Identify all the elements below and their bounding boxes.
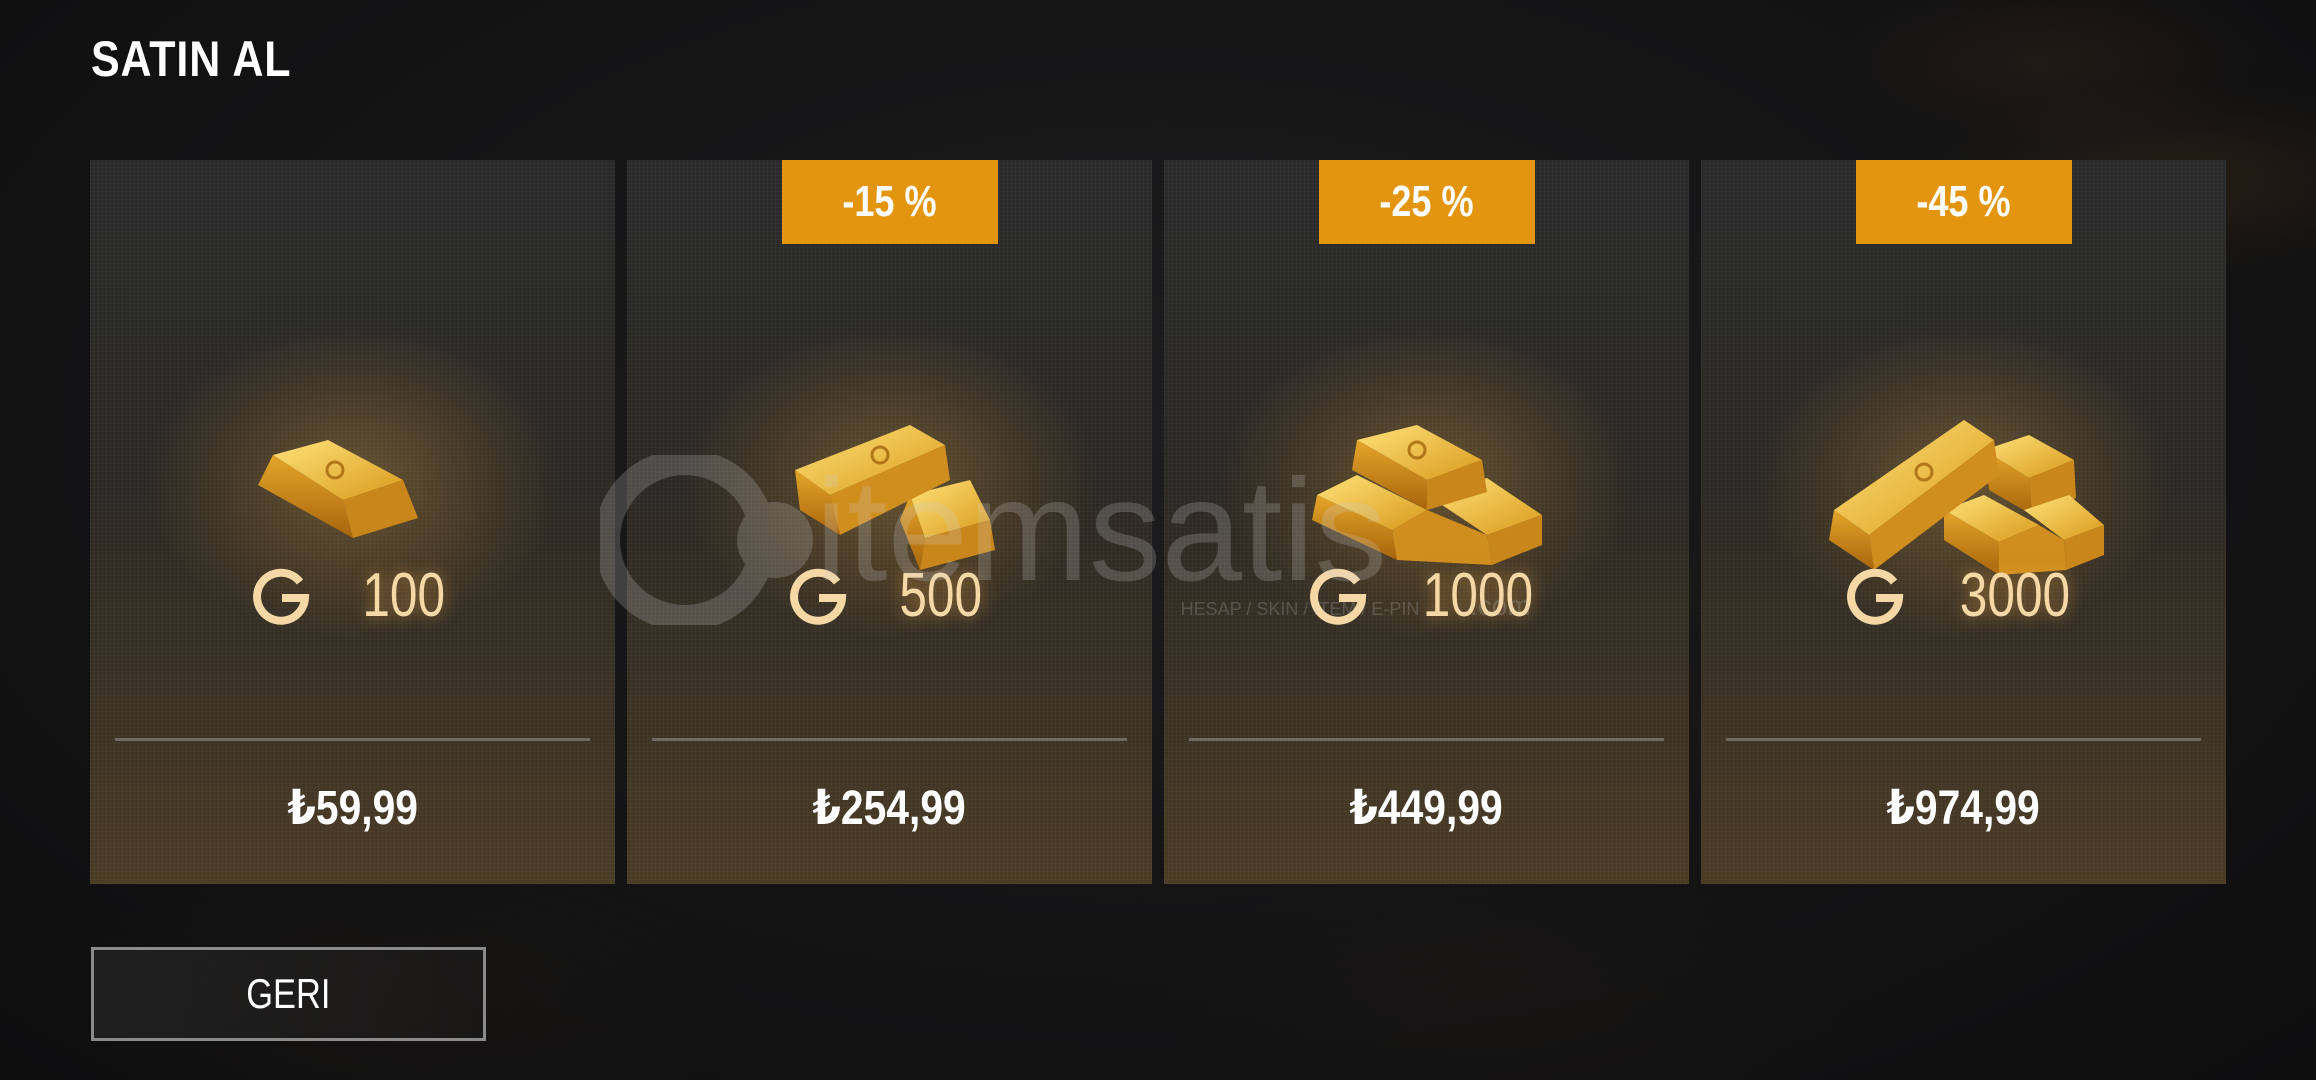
- gold-pack-list: 100 ₺59,99 -15 % 500 ₺254,99 -25 % 1000 …: [90, 160, 2226, 884]
- gold-g-icon: [252, 568, 309, 625]
- gold-bar-icon: [257, 440, 418, 538]
- gold-g-icon: [1309, 568, 1366, 625]
- gold-g-icon: [789, 568, 846, 625]
- gold-amount: 500: [899, 560, 982, 630]
- divider: [1189, 738, 1664, 741]
- back-button[interactable]: GERI: [91, 947, 486, 1041]
- price-label: ₺254,99: [812, 782, 967, 835]
- discount-badge: -25 %: [1318, 160, 1535, 244]
- gold-amount: 1000: [1422, 560, 1533, 630]
- page-title: SATIN AL: [91, 31, 292, 87]
- price-label: ₺59,99: [287, 782, 418, 835]
- gold-pack-card-500[interactable]: -15 % 500 ₺254,99: [627, 160, 1152, 884]
- gold-amount: 3000: [1959, 560, 2070, 630]
- gold-pack-card-100[interactable]: 100 ₺59,99: [90, 160, 615, 884]
- gold-amount-row: 100: [90, 560, 615, 630]
- gold-g-icon: [1846, 568, 1903, 625]
- divider: [652, 738, 1127, 741]
- discount-badge: -45 %: [1855, 160, 2072, 244]
- discount-badge: -15 %: [781, 160, 998, 244]
- gold-pack-card-1000[interactable]: -25 % 1000 ₺449,99: [1164, 160, 1689, 884]
- gold-amount-row: 1000: [1164, 560, 1689, 630]
- gold-amount-row: 3000: [1701, 560, 2226, 630]
- divider: [1726, 738, 2201, 741]
- gold-amount-row: 500: [627, 560, 1152, 630]
- gold-bars-icon: [794, 425, 995, 570]
- gold-amount: 100: [362, 560, 445, 630]
- gold-bars-icon: [1311, 425, 1542, 565]
- divider: [115, 738, 590, 741]
- price-label: ₺449,99: [1349, 782, 1504, 835]
- price-label: ₺974,99: [1886, 782, 2041, 835]
- gold-pack-card-3000[interactable]: -45 % 3000 ₺974,99: [1701, 160, 2226, 884]
